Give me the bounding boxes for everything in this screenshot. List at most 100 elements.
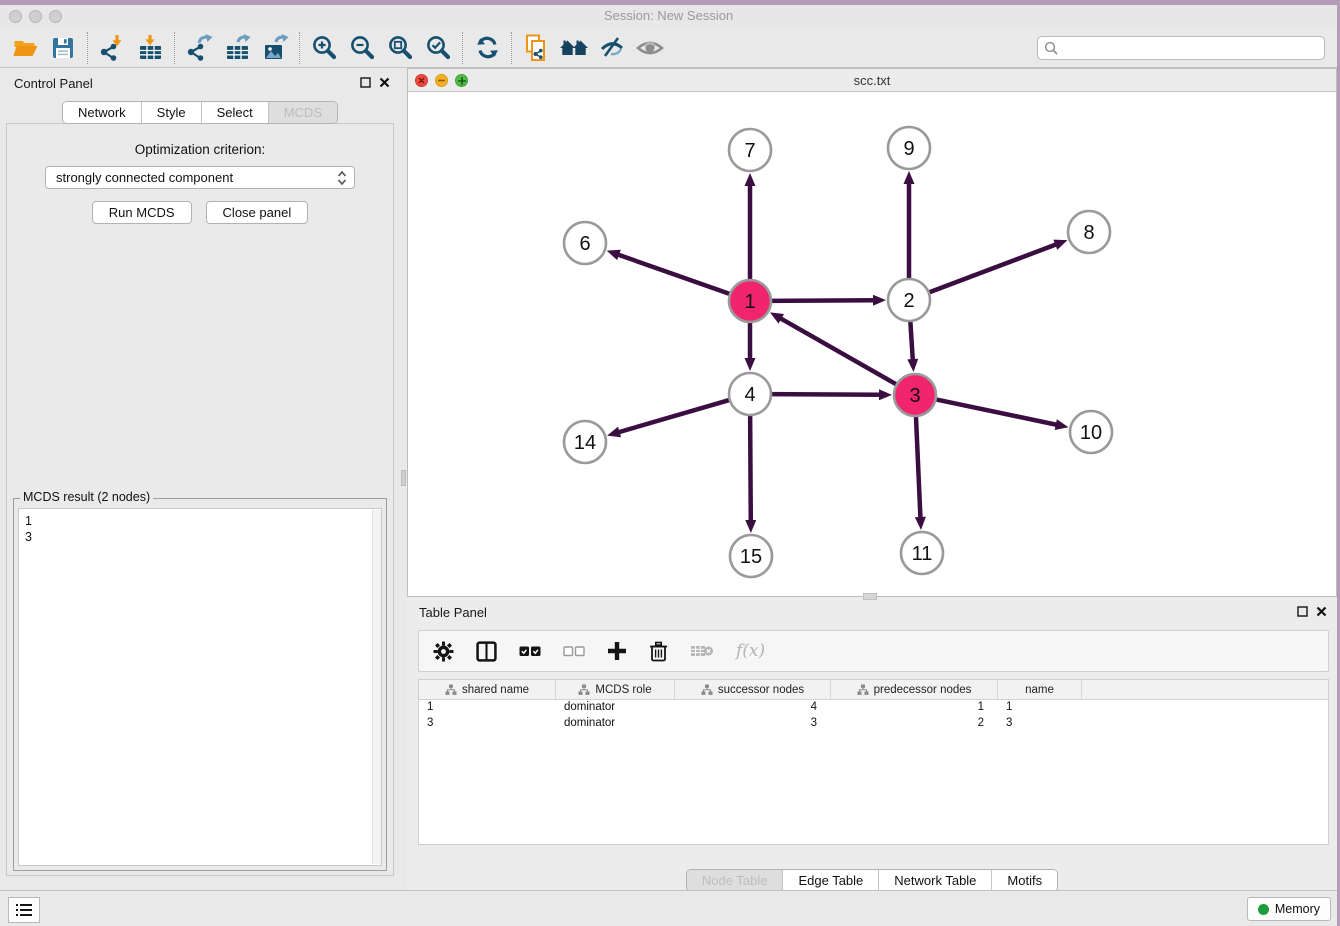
node-table[interactable]: shared name MCDS role successor nodesprede… bbox=[418, 679, 1329, 845]
graph-edge-arrowhead bbox=[873, 295, 886, 306]
deselect-all-rows-icon[interactable] bbox=[563, 645, 585, 658]
graph-edge-2-3[interactable] bbox=[910, 319, 913, 361]
tab-node-table[interactable]: Node Table bbox=[687, 870, 783, 891]
toggle-graphics-details-button[interactable] bbox=[631, 32, 669, 64]
attribute-tree-icon bbox=[857, 684, 869, 696]
column-header-label: MCDS role bbox=[595, 684, 651, 696]
memory-status-dot bbox=[1258, 904, 1269, 915]
close-table-panel-icon[interactable] bbox=[1316, 606, 1327, 617]
vertical-splitter[interactable] bbox=[400, 68, 407, 890]
houses-icon bbox=[559, 35, 590, 61]
result-scrollbar[interactable] bbox=[372, 510, 381, 864]
function-builder-icon: f(x) bbox=[736, 641, 765, 661]
column-header-name[interactable]: name bbox=[998, 680, 1082, 699]
column-header-predecessor-nodes[interactable]: predecessor nodes bbox=[831, 680, 998, 699]
tab-edge-table[interactable]: Edge Table bbox=[782, 870, 878, 891]
toggle-column-view-icon[interactable] bbox=[476, 641, 497, 662]
table-cell[interactable]: 2 bbox=[831, 716, 998, 732]
optimization-criterion-select[interactable]: strongly connected component bbox=[45, 166, 355, 189]
graph-edge-4-3[interactable] bbox=[769, 394, 881, 395]
network-window-titlebar[interactable]: scc.txt bbox=[407, 68, 1337, 92]
splitter-grip[interactable] bbox=[401, 470, 406, 486]
graph-edge-4-15[interactable] bbox=[750, 413, 751, 522]
export-network-button[interactable] bbox=[180, 32, 218, 64]
zoom-selected-button[interactable] bbox=[419, 32, 457, 64]
table-header-row: shared name MCDS role successor nodesprede… bbox=[419, 680, 1328, 700]
float-table-panel-icon[interactable] bbox=[1297, 606, 1308, 617]
eye-pen-icon bbox=[599, 35, 626, 61]
import-table-button[interactable] bbox=[131, 32, 169, 64]
export-image-button[interactable] bbox=[256, 32, 294, 64]
table-cell[interactable]: 1 bbox=[419, 700, 556, 716]
table-cell[interactable]: 1 bbox=[998, 700, 1082, 716]
task-history-button[interactable] bbox=[8, 897, 40, 923]
memory-button[interactable]: Memory bbox=[1247, 897, 1331, 921]
zoom-fit-icon bbox=[387, 34, 414, 61]
delete-table-icon bbox=[690, 643, 714, 659]
apply-layout-button[interactable] bbox=[468, 32, 506, 64]
table-cell[interactable]: 3 bbox=[419, 716, 556, 732]
mcds-result-line: 1 bbox=[25, 513, 381, 529]
graph-edge-3-1[interactable] bbox=[780, 318, 899, 386]
zoom-fit-button[interactable] bbox=[381, 32, 419, 64]
graph-edge-arrowhead bbox=[745, 358, 756, 371]
table-panel: Table Panel f(x) shared nameMCDS rolesuc… bbox=[407, 597, 1337, 890]
network-window: scc.txt 7968124314101511 bbox=[407, 68, 1337, 597]
network-canvas[interactable]: 7968124314101511 bbox=[407, 92, 1337, 597]
show-graphics-details-button[interactable] bbox=[593, 32, 631, 64]
run-mcds-button[interactable]: Run MCDS bbox=[92, 201, 192, 224]
table-cell[interactable]: dominator bbox=[556, 716, 675, 732]
export-table-button[interactable] bbox=[218, 32, 256, 64]
tab-select[interactable]: Select bbox=[201, 102, 268, 123]
tab-network[interactable]: Network bbox=[63, 102, 141, 123]
column-header-successor-nodes[interactable]: successor nodes bbox=[675, 680, 831, 699]
import-network-button[interactable] bbox=[93, 32, 131, 64]
add-column-icon[interactable] bbox=[607, 641, 627, 661]
graph-edge-2-8[interactable] bbox=[927, 244, 1057, 293]
graph-edge-3-10[interactable] bbox=[934, 399, 1058, 425]
table-panel-tabs: Node TableEdge TableNetwork TableMotifs bbox=[686, 869, 1058, 892]
graph-node-label: 10 bbox=[1080, 422, 1102, 444]
save-session-button[interactable] bbox=[44, 32, 82, 64]
tab-mcds[interactable]: MCDS bbox=[268, 102, 337, 123]
mcds-result-groupbox: MCDS result (2 nodes) 13 bbox=[13, 498, 387, 871]
network-window-title: scc.txt bbox=[408, 73, 1336, 88]
close-panel-icon[interactable] bbox=[379, 77, 390, 88]
graph-edge-arrowhead bbox=[907, 359, 918, 372]
select-stepper-icon bbox=[336, 170, 348, 186]
table-settings-gear-icon[interactable] bbox=[433, 641, 454, 662]
graph-edge-1-2[interactable] bbox=[769, 300, 875, 301]
search-input[interactable] bbox=[1037, 36, 1325, 60]
tab-motifs[interactable]: Motifs bbox=[991, 870, 1057, 891]
first-neighbors-button[interactable] bbox=[555, 32, 593, 64]
table-cell[interactable]: 4 bbox=[675, 700, 831, 716]
network-graph[interactable]: 7968124314101511 bbox=[408, 92, 1337, 596]
table-cell[interactable]: 3 bbox=[998, 716, 1082, 732]
graph-edge-4-14[interactable] bbox=[618, 399, 732, 432]
horizontal-splitter-grip[interactable] bbox=[863, 593, 877, 600]
select-all-rows-icon[interactable] bbox=[519, 645, 541, 658]
column-header-shared-name[interactable]: shared name bbox=[419, 680, 556, 699]
status-bar: Memory bbox=[0, 890, 1337, 926]
zoom-out-button[interactable] bbox=[343, 32, 381, 64]
graph-edge-arrowhead bbox=[745, 173, 756, 186]
mcds-result-text[interactable]: 13 bbox=[18, 508, 382, 866]
zoom-in-button[interactable] bbox=[305, 32, 343, 64]
table-row[interactable]: 1dominator411 bbox=[419, 700, 1328, 716]
float-panel-icon[interactable] bbox=[360, 77, 371, 88]
column-header-MCDS-role[interactable]: MCDS role bbox=[556, 680, 675, 699]
open-file-button[interactable] bbox=[6, 32, 44, 64]
table-cell[interactable]: 1 bbox=[831, 700, 998, 716]
table-cell[interactable]: dominator bbox=[556, 700, 675, 716]
tab-style[interactable]: Style bbox=[141, 102, 201, 123]
close-panel-button[interactable]: Close panel bbox=[206, 201, 309, 224]
tab-network-table[interactable]: Network Table bbox=[878, 870, 991, 891]
table-cell[interactable]: 3 bbox=[675, 716, 831, 732]
delete-column-trash-icon[interactable] bbox=[649, 641, 668, 662]
graph-edge-1-6[interactable] bbox=[617, 254, 732, 294]
export-table-icon bbox=[224, 34, 251, 61]
new-network-from-file-button[interactable] bbox=[517, 32, 555, 64]
optimization-criterion-value: strongly connected component bbox=[56, 170, 233, 185]
table-row[interactable]: 3dominator323 bbox=[419, 716, 1328, 732]
graph-edge-3-11[interactable] bbox=[916, 414, 921, 519]
